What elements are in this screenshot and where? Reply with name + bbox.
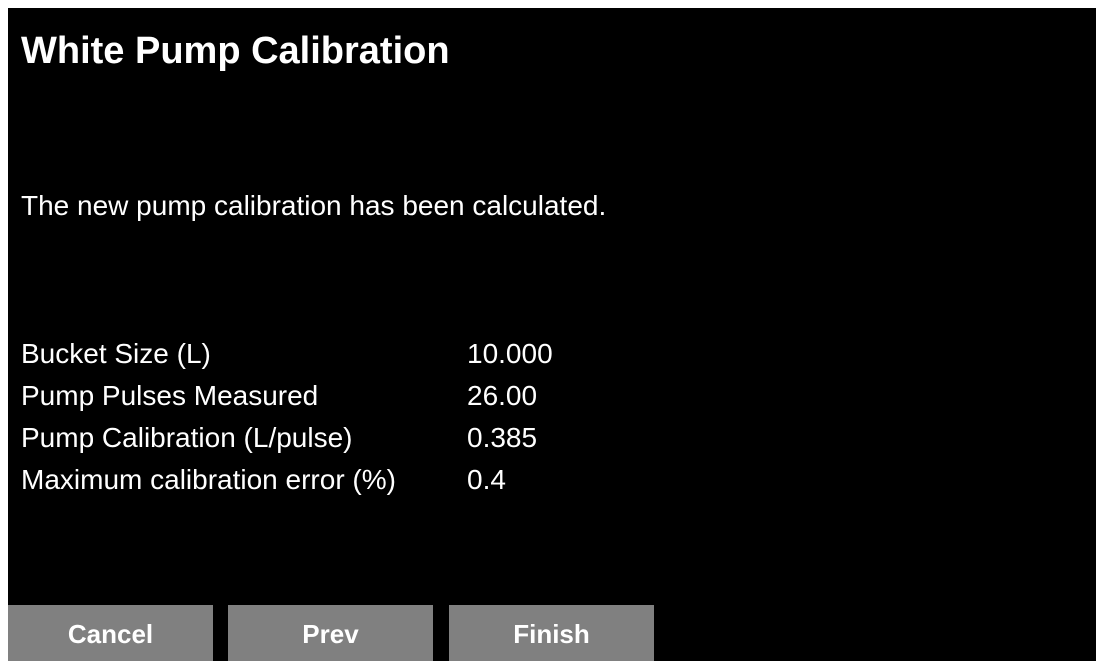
result-label: Bucket Size (L) — [21, 338, 211, 369]
finish-button[interactable]: Finish — [449, 605, 654, 661]
button-bar: Cancel Prev Finish — [8, 605, 1096, 661]
page-title: White Pump Calibration — [21, 30, 450, 72]
result-value: 0.4 — [467, 464, 506, 495]
cancel-button[interactable]: Cancel — [8, 605, 213, 661]
status-message: The new pump calibration has been calcul… — [21, 190, 607, 221]
result-value: 0.385 — [467, 422, 538, 453]
result-label: Pump Calibration (L/pulse) — [21, 422, 353, 453]
result-label: Maximum calibration error (%) — [21, 464, 396, 495]
result-value: 26.00 — [467, 380, 538, 411]
result-label: Pump Pulses Measured — [21, 380, 319, 411]
calibration-screen: White Pump Calibration The new pump cali… — [8, 8, 1096, 661]
result-value: 10.000 — [467, 338, 553, 369]
prev-button[interactable]: Prev — [228, 605, 433, 661]
